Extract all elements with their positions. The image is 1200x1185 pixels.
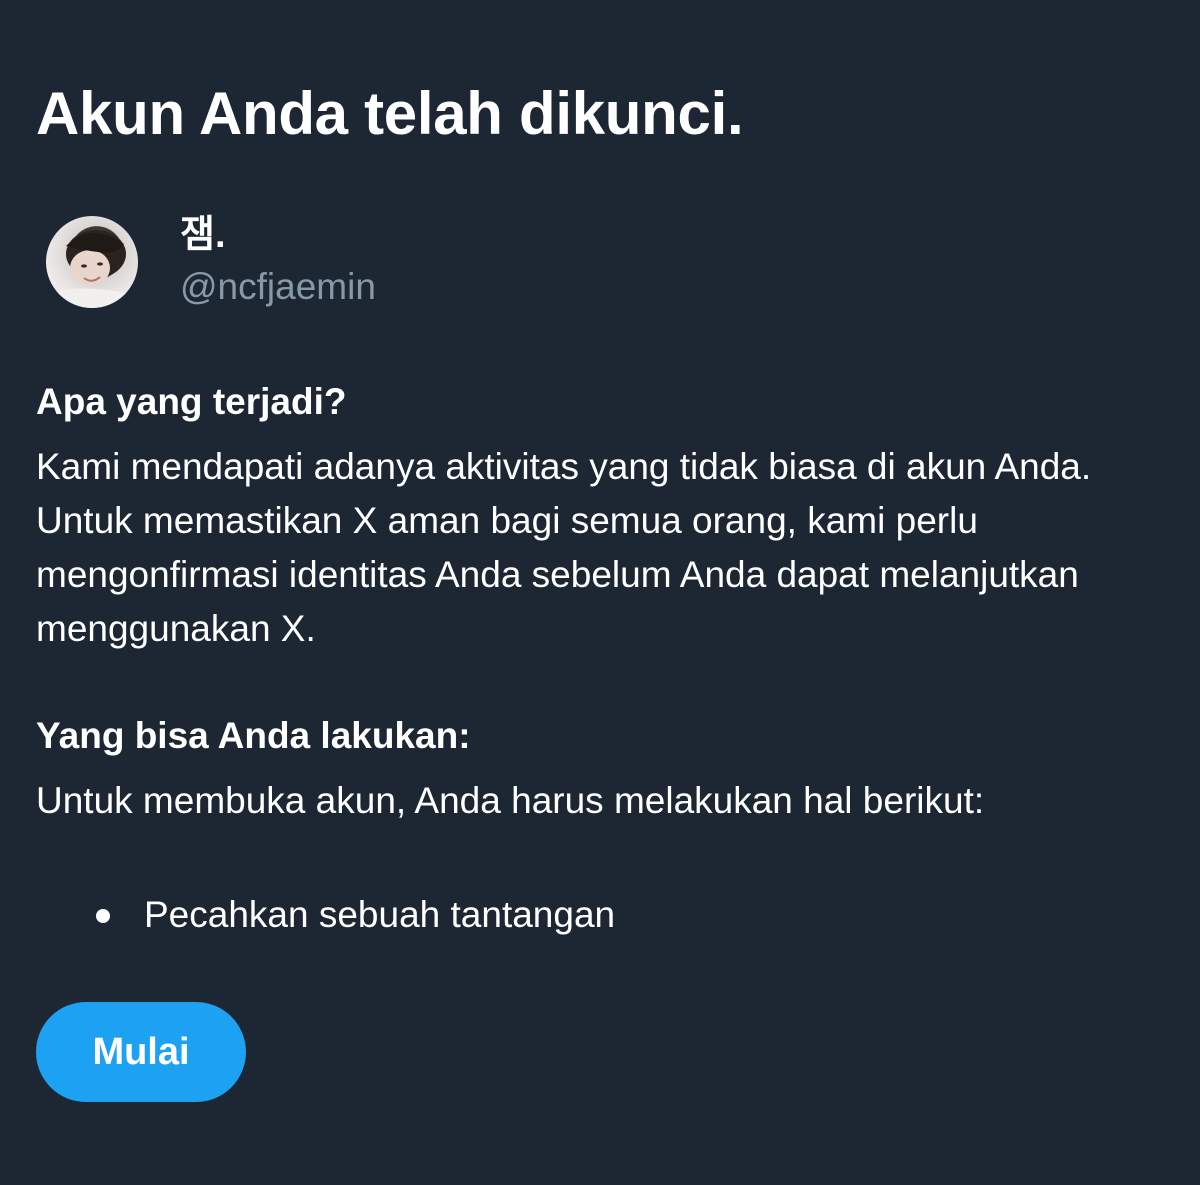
list-item: Pecahkan sebuah tantangan: [36, 888, 615, 942]
start-button[interactable]: Mulai: [36, 1002, 246, 1102]
profile-summary: 잼. @ncfjaemin: [46, 210, 746, 320]
steps-list: Pecahkan sebuah tantangan: [36, 888, 615, 942]
what-happened-body: Kami mendapati adanya aktivitas yang tid…: [36, 446, 1092, 649]
what-you-can-do-heading: Yang bisa Anda lakukan:: [36, 715, 471, 756]
avatar-photo-icon: [46, 230, 138, 308]
what-you-can-do-body: Untuk membuka akun, Anda harus melakukan…: [36, 780, 985, 821]
page-title: Akun Anda telah dikunci.: [36, 80, 744, 147]
bullet-icon: [96, 909, 110, 923]
what-happened-heading: Apa yang terjadi?: [36, 381, 347, 422]
step-label: Pecahkan sebuah tantangan: [144, 894, 616, 935]
username-handle: @ncfjaemin: [180, 266, 376, 307]
avatar: [46, 216, 138, 308]
display-name: 잼.: [180, 214, 226, 256]
